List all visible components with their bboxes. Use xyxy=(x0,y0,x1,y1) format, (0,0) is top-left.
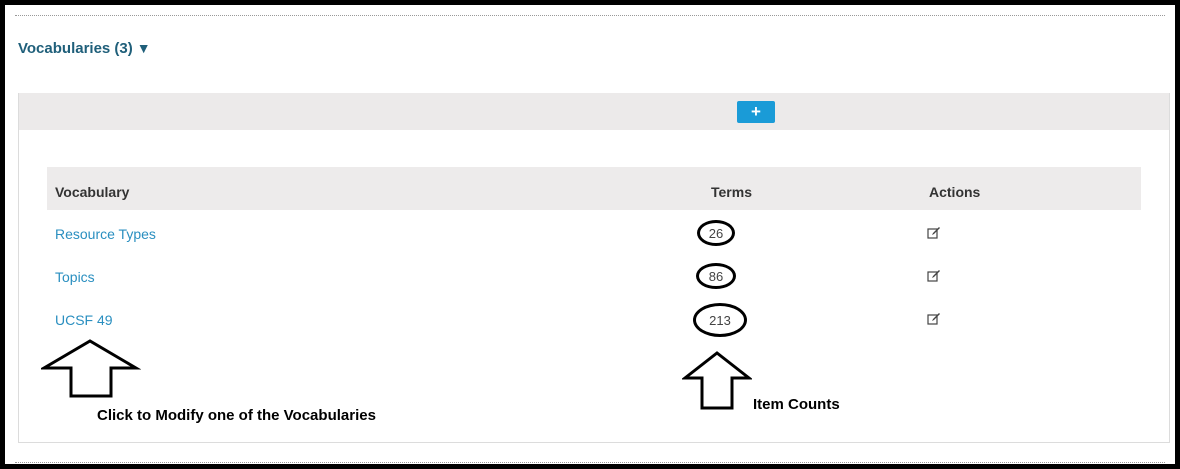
up-arrow-icon xyxy=(41,339,141,398)
header-vocabulary: Vocabulary xyxy=(55,184,130,200)
edit-icon[interactable] xyxy=(927,312,941,326)
term-count-value: 213 xyxy=(709,312,731,328)
header-terms: Terms xyxy=(711,184,752,200)
counts-annotation: Item Counts xyxy=(753,396,840,413)
toolbar: + xyxy=(19,93,1169,130)
header-actions: Actions xyxy=(929,184,981,200)
term-count-value: 26 xyxy=(708,225,724,241)
up-arrow-icon xyxy=(682,351,752,410)
vocabulary-link[interactable]: Topics xyxy=(55,269,95,285)
divider xyxy=(15,462,1165,463)
vocabulary-link[interactable]: UCSF 49 xyxy=(55,312,113,328)
edit-icon[interactable] xyxy=(927,226,941,240)
edit-icon[interactable] xyxy=(927,269,941,283)
table-row: UCSF 49 213 xyxy=(47,296,1141,339)
term-count: 86 xyxy=(696,263,736,289)
section-title-label: Vocabularies (3) xyxy=(18,40,133,57)
term-count: 213 xyxy=(693,303,747,337)
screenshot-frame: Vocabularies (3) ▼ + Vocabulary Terms Act… xyxy=(0,0,1180,469)
table-row: Topics 86 xyxy=(47,253,1141,296)
vocabulary-table: Vocabulary Terms Actions Resource Types … xyxy=(47,167,1141,339)
plus-icon: + xyxy=(751,102,761,121)
section-title[interactable]: Vocabularies (3) ▼ xyxy=(18,40,151,57)
divider xyxy=(15,15,1165,16)
caret-down-icon: ▼ xyxy=(136,40,151,56)
vocabularies-panel: + Vocabulary Terms Actions Resource Type… xyxy=(18,93,1170,443)
add-vocabulary-button[interactable]: + xyxy=(737,101,775,123)
term-count-value: 86 xyxy=(708,268,724,284)
table-row: Resource Types 26 xyxy=(47,210,1141,253)
modify-annotation: Click to Modify one of the Vocabularies xyxy=(97,407,376,424)
vocabulary-link[interactable]: Resource Types xyxy=(55,226,156,242)
table-header: Vocabulary Terms Actions xyxy=(47,167,1141,210)
term-count: 26 xyxy=(697,220,735,246)
